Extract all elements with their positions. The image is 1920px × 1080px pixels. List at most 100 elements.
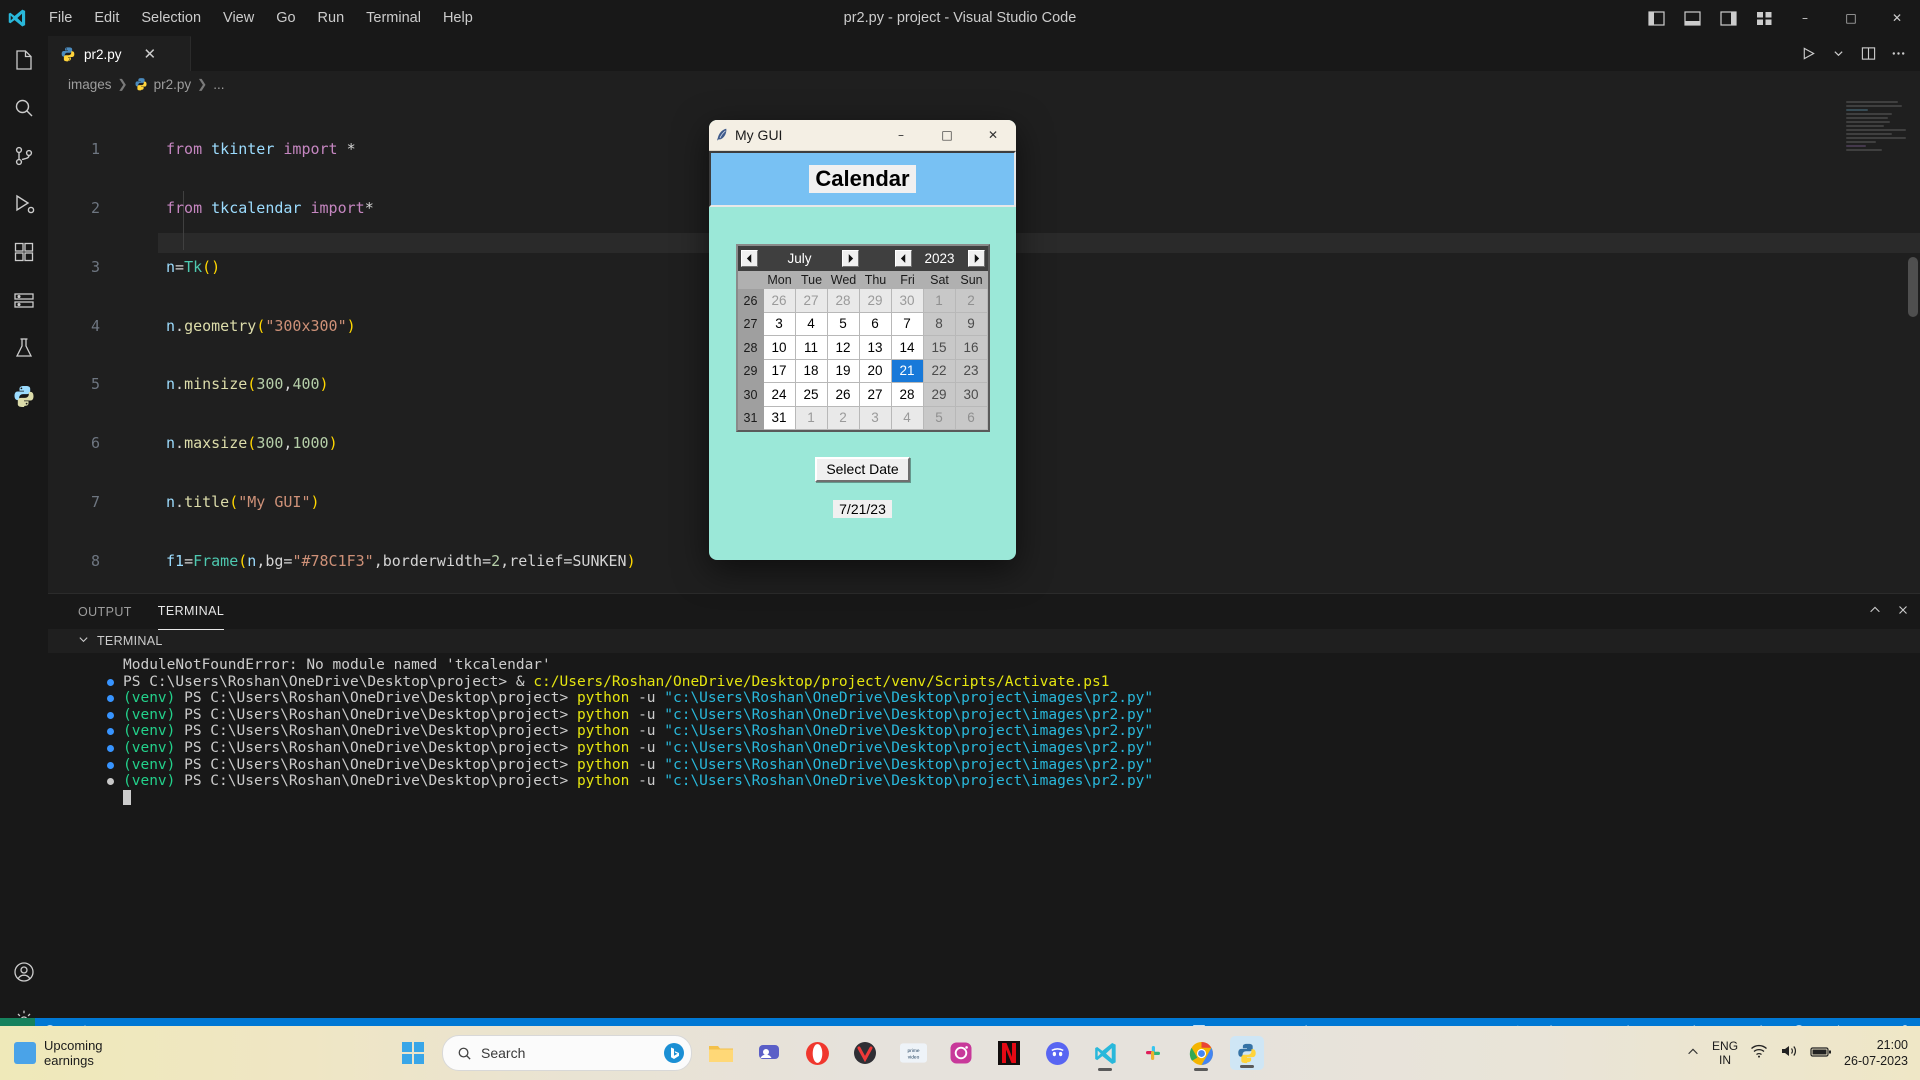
tk-maximize-button[interactable]: □ xyxy=(924,120,970,150)
menu-selection[interactable]: Selection xyxy=(130,6,212,30)
terminal-cursor-line[interactable] xyxy=(123,789,1920,807)
teams-icon[interactable] xyxy=(750,1033,788,1073)
calendar-week-row[interactable]: 31 31 1 2 3 4 5 6 xyxy=(737,406,988,430)
calendar-header[interactable]: July 2023 xyxy=(737,246,988,271)
remote-explorer-icon[interactable] xyxy=(0,276,48,324)
menu-run[interactable]: Run xyxy=(307,6,356,30)
calendar-day[interactable]: 30 xyxy=(891,289,924,313)
prime-video-icon[interactable]: prime video xyxy=(894,1033,932,1073)
panel-tabs[interactable]: OUTPUT TERMINAL xyxy=(48,594,1920,630)
breadcrumb[interactable]: images ❯ pr2.py ❯ ... xyxy=(48,71,1920,97)
breadcrumb-pr2-py[interactable]: pr2.py xyxy=(154,77,192,92)
calendar-day[interactable]: 26 xyxy=(827,383,860,407)
tk-window-controls[interactable]: – □ ✕ xyxy=(878,120,1016,150)
calendar-day[interactable]: 11 xyxy=(795,336,828,360)
chevron-down-icon[interactable] xyxy=(78,634,89,648)
calendar-day[interactable]: 2 xyxy=(827,406,860,430)
prev-year-button[interactable] xyxy=(894,250,912,267)
calendar-day[interactable]: 29 xyxy=(923,383,956,407)
calendar-day[interactable]: 1 xyxy=(923,289,956,313)
calendar-day[interactable]: 14 xyxy=(891,336,924,360)
instagram-icon[interactable] xyxy=(942,1033,980,1073)
system-tray[interactable]: ENG IN 21:00 26-07-2023 xyxy=(1686,1037,1920,1069)
editor-actions[interactable] xyxy=(1794,36,1920,71)
calendar-day[interactable]: 5 xyxy=(827,312,860,336)
volume-icon[interactable] xyxy=(1780,1043,1798,1063)
panel-actions[interactable] xyxy=(1868,594,1910,629)
calendar-weeks[interactable]: 26 26 27 28 29 30 1 2 27 3 4 5 6 7 8 9 28 10 11 12 13 14 15 16 2… xyxy=(737,289,988,430)
calendar-day[interactable]: 4 xyxy=(795,312,828,336)
calendar-day[interactable]: 8 xyxy=(923,312,956,336)
calendar-day[interactable]: 10 xyxy=(763,336,796,360)
calendar-day[interactable]: 18 xyxy=(795,359,828,383)
more-actions-icon[interactable] xyxy=(1884,40,1912,68)
calendar-day[interactable]: 28 xyxy=(891,383,924,407)
calendar-day[interactable]: 31 xyxy=(763,406,796,430)
calendar-day[interactable]: 13 xyxy=(859,336,892,360)
breadcrumb-images[interactable]: images xyxy=(68,77,112,92)
editor-scrollbar-thumb[interactable] xyxy=(1908,257,1918,317)
split-editor-icon[interactable] xyxy=(1854,40,1882,68)
source-control-icon[interactable] xyxy=(0,132,48,180)
calendar-day[interactable]: 15 xyxy=(923,336,956,360)
calendar-widget[interactable]: July 2023 Mon Tue Wed Thu Fri Sat Sun 26… xyxy=(735,244,990,432)
calendar-day[interactable]: 29 xyxy=(859,289,892,313)
select-date-button[interactable]: Select Date xyxy=(815,457,910,482)
file-explorer-icon[interactable] xyxy=(702,1033,740,1073)
tab-close-icon[interactable]: ✕ xyxy=(144,47,157,62)
toggle-primary-sidebar-icon[interactable] xyxy=(1638,0,1674,36)
tk-title-bar[interactable]: My GUI – □ ✕ xyxy=(709,120,1016,151)
calendar-day[interactable]: 26 xyxy=(763,289,796,313)
run-and-debug-icon[interactable] xyxy=(0,180,48,228)
menu-view[interactable]: View xyxy=(212,6,265,30)
tkinter-app-window[interactable]: My GUI – □ ✕ Calendar July 2023 Mon Tue … xyxy=(709,120,1016,560)
calendar-day[interactable]: 2 xyxy=(955,289,988,313)
input-language[interactable]: ENG IN xyxy=(1712,1039,1738,1067)
menu-go[interactable]: Go xyxy=(265,6,306,30)
calendar-week-row[interactable]: 29 17 18 19 20 21 22 23 xyxy=(737,359,988,383)
calendar-day-selected[interactable]: 21 xyxy=(891,359,924,383)
calendar-week-row[interactable]: 26 26 27 28 29 30 1 2 xyxy=(737,289,988,313)
tray-chevron-up-icon[interactable] xyxy=(1686,1044,1700,1063)
calendar-day[interactable]: 9 xyxy=(955,312,988,336)
extensions-icon[interactable] xyxy=(0,228,48,276)
next-year-button[interactable] xyxy=(967,250,985,267)
calendar-day[interactable]: 4 xyxy=(891,406,924,430)
maximize-button[interactable]: □ xyxy=(1828,0,1874,36)
run-python-file-icon[interactable] xyxy=(1794,40,1822,68)
calendar-day[interactable]: 23 xyxy=(955,359,988,383)
calendar-day[interactable]: 27 xyxy=(859,383,892,407)
calendar-day[interactable]: 19 xyxy=(827,359,860,383)
explorer-icon[interactable] xyxy=(0,36,48,84)
calendar-week-row[interactable]: 30 24 25 26 27 28 29 30 xyxy=(737,383,988,407)
calendar-day[interactable]: 27 xyxy=(795,289,828,313)
calendar-day[interactable]: 25 xyxy=(795,383,828,407)
chrome-icon[interactable] xyxy=(1182,1033,1220,1073)
calendar-day[interactable]: 6 xyxy=(955,406,988,430)
tab-terminal[interactable]: TERMINAL xyxy=(157,594,225,630)
accounts-icon[interactable] xyxy=(0,948,48,996)
calendar-day[interactable]: 1 xyxy=(795,406,828,430)
calendar-day[interactable]: 16 xyxy=(955,336,988,360)
battery-icon[interactable] xyxy=(1810,1044,1832,1063)
python-env-icon[interactable] xyxy=(0,372,48,420)
calendar-day[interactable]: 3 xyxy=(763,312,796,336)
calendar-day[interactable]: 6 xyxy=(859,312,892,336)
toggle-secondary-sidebar-icon[interactable] xyxy=(1710,0,1746,36)
netflix-icon[interactable] xyxy=(990,1033,1028,1073)
search-icon[interactable] xyxy=(0,84,48,132)
editor-scrollbar[interactable] xyxy=(1906,97,1920,617)
python-app-icon[interactable] xyxy=(1230,1036,1264,1070)
toggle-panel-icon[interactable] xyxy=(1674,0,1710,36)
activity-bar[interactable] xyxy=(0,36,49,1044)
start-button-icon[interactable] xyxy=(394,1033,432,1073)
close-panel-icon[interactable] xyxy=(1896,602,1910,621)
taskbar-apps[interactable]: Search prime video xyxy=(394,1033,1264,1073)
tab-pr2-py[interactable]: pr2.py ✕ xyxy=(48,36,191,71)
terminal-output[interactable]: ModuleNotFoundError: No module named 'tk… xyxy=(48,653,1920,1044)
editor-tabs[interactable]: pr2.py ✕ xyxy=(48,36,1920,71)
close-button[interactable]: ✕ xyxy=(1874,0,1920,36)
wifi-icon[interactable] xyxy=(1750,1043,1768,1063)
tk-close-button[interactable]: ✕ xyxy=(970,120,1016,150)
calendar-day[interactable]: 24 xyxy=(763,383,796,407)
